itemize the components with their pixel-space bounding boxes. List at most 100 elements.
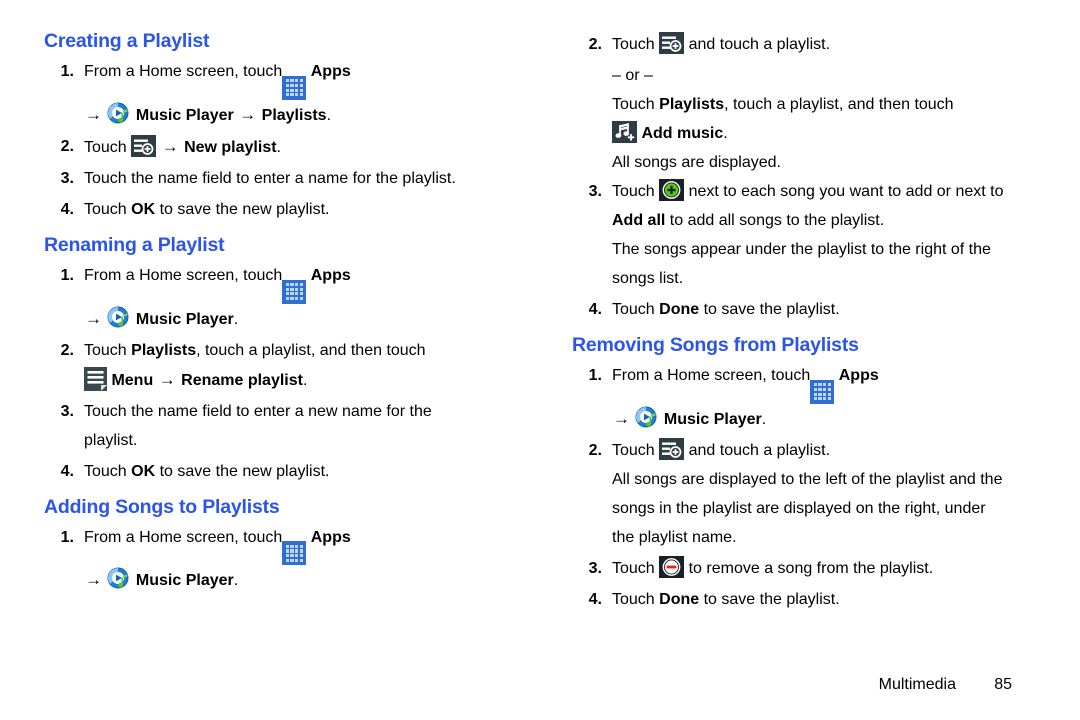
step-item: 3. Touch to remove a song from the playl… <box>572 554 1062 583</box>
step-text: Touch and touch a playlist. All songs ar… <box>612 436 1062 552</box>
step-text-part: Touch <box>612 36 655 53</box>
step-text-part: Touch <box>612 96 655 113</box>
step-text-part: Touch <box>612 183 655 200</box>
step-number: 4. <box>60 200 74 218</box>
step-text: Touch and touch a playlist. <box>612 30 1062 59</box>
step-item: 1. From a Home screen, touch Apps → Musi… <box>572 361 1062 433</box>
step-number: 3. <box>588 559 602 577</box>
step-line: → Music Playe <box>84 304 534 334</box>
arrow-icon: → <box>161 136 179 156</box>
section-adding-songs-to-playlists: Adding Songs to Playlists 1. From a Home… <box>44 496 534 596</box>
note-text: All songs are displayed. <box>612 154 781 171</box>
step-line: Touch the name field to enter a new name… <box>84 402 432 420</box>
step-line: → Music Playe <box>612 404 1062 434</box>
step-line: Add music. <box>612 119 1062 148</box>
step-text-part: and touch a playlist. <box>688 36 831 53</box>
step-text-part: to save the playlist. <box>703 301 840 318</box>
step-text-part: From a Home screen, touch <box>612 367 811 385</box>
step-line: From a Home screen, touch Apps <box>84 523 534 566</box>
step-line: From a Home screen, touch Apps <box>612 361 1062 404</box>
apps-grid-icon <box>282 541 307 566</box>
add-all-label: Add all <box>612 212 666 229</box>
step-number: 3. <box>588 183 602 200</box>
apps-grid-icon <box>282 279 307 304</box>
section-removing-songs-from-playlists: Removing Songs from Playlists 1. From a … <box>572 334 1062 614</box>
step-text-part: to save the new playlist. <box>159 462 330 480</box>
step-text-part: Touch <box>612 590 655 608</box>
step-text-part: Touch <box>612 441 655 459</box>
step-item: 3. Touch the name field to enter a name … <box>44 164 534 193</box>
add-to-playlist-icon <box>659 32 685 54</box>
music-player-icon <box>107 567 131 591</box>
step-text-part: to add all songs to the playlist. <box>669 212 885 229</box>
step-text-part: , touch a playlist, and then touch <box>196 341 426 359</box>
step-line: → Music Playe <box>84 565 534 595</box>
step-item: 3. Touch the name field to enter a new n… <box>44 397 534 455</box>
arrow-icon: → <box>158 369 176 389</box>
done-label: Done <box>659 590 700 608</box>
step-text: Touch Done to save the playlist. <box>612 585 1062 614</box>
apps-grid-icon <box>810 379 835 404</box>
step-item: 4. Touch OK to save the new playlist. <box>44 195 534 224</box>
step-item: 4. Touch Done to save the playlist. <box>572 295 1062 324</box>
apps-label: Apps <box>310 267 351 285</box>
step-line: From a Home screen, touch Apps <box>84 57 534 100</box>
arrow-icon: → <box>85 570 102 590</box>
section-heading: Renaming a Playlist <box>44 233 225 256</box>
step-text: From a Home screen, touch Apps → Music P… <box>84 523 534 595</box>
step-text: Touch Done to save the playlist. <box>612 295 1062 324</box>
apps-grid-icon <box>282 75 307 100</box>
step-number: 1. <box>588 367 602 385</box>
apps-label: Apps <box>310 63 351 81</box>
step-text-part: From a Home screen, touch <box>84 63 283 81</box>
step-item: 2. Touch and touch a playlist. <box>572 30 1062 59</box>
add-music-icon <box>612 121 637 143</box>
step-text-part: to save the new playlist. <box>159 200 330 218</box>
apps-label: Apps <box>310 528 351 546</box>
add-to-playlist-icon <box>659 437 685 460</box>
step-item: 1. From a Home screen, touch Apps → Musi… <box>44 57 534 129</box>
section-renaming-a-playlist: Renaming a Playlist 1. From a Home scree… <box>44 234 534 486</box>
step-number: 1. <box>60 267 74 285</box>
new-playlist-label: New playlist <box>184 138 277 156</box>
arrow-icon: → <box>85 104 102 124</box>
step-text: Touch to remove a song from the playlist… <box>612 554 1062 583</box>
step-line: All songs are displayed to the left of t… <box>612 470 1003 488</box>
step-item: 2. Touch → New playlist. <box>44 132 534 162</box>
music-player-icon <box>635 406 659 430</box>
step-text: Touch → New playlist. <box>84 132 534 162</box>
step-line: Touch and touch a playlist. <box>612 436 1062 465</box>
menu-icon <box>84 366 107 391</box>
step-text-part: Touch <box>84 462 127 480</box>
step-text: From a Home screen, touch Apps → Music P… <box>84 57 534 129</box>
step-line: → Music Playe <box>84 100 534 130</box>
step-text-part: Touch <box>84 200 127 218</box>
step-line: From a Home screen, touch Apps <box>84 261 534 304</box>
red-minus-icon <box>659 555 685 578</box>
step-line: Menu → Rename playlist. <box>84 365 534 395</box>
step-text: Touch the name field to enter a name for… <box>84 169 456 187</box>
step-text: Touch the name field to enter a new name… <box>84 397 534 455</box>
step-number: 2. <box>588 36 602 53</box>
green-plus-icon <box>659 179 685 201</box>
arrow-icon: → <box>613 408 630 428</box>
manual-page: Creating a Playlist 1. From a Home scree… <box>0 0 1080 720</box>
step-text-part: next to each song you want to add or nex… <box>688 183 1004 200</box>
step-number: 4. <box>588 301 602 318</box>
step-text-part: Touch <box>84 341 127 359</box>
step-text-part: From a Home screen, touch <box>84 267 283 285</box>
period: . <box>233 310 239 328</box>
step-number: 3. <box>60 402 74 420</box>
step-line: The songs appear under the playlist to t… <box>612 241 991 258</box>
section-creating-a-playlist: Creating a Playlist 1. From a Home scree… <box>44 30 534 224</box>
step-text: Touch OK to save the new playlist. <box>84 195 534 224</box>
step-text-part: Touch <box>612 559 655 577</box>
right-column: 2. Touch and touch a playlist. – or – To… <box>572 30 1062 620</box>
step-line: Touch next to each song you want to add … <box>612 177 1062 206</box>
footer-chapter: Multimedia <box>878 676 956 693</box>
add-to-playlist-icon <box>131 134 157 157</box>
music-player-icon <box>107 102 131 126</box>
section-heading: Creating a Playlist <box>44 30 210 52</box>
step-line: the playlist name. <box>612 528 737 546</box>
playlists-label: Playlists <box>659 96 725 113</box>
